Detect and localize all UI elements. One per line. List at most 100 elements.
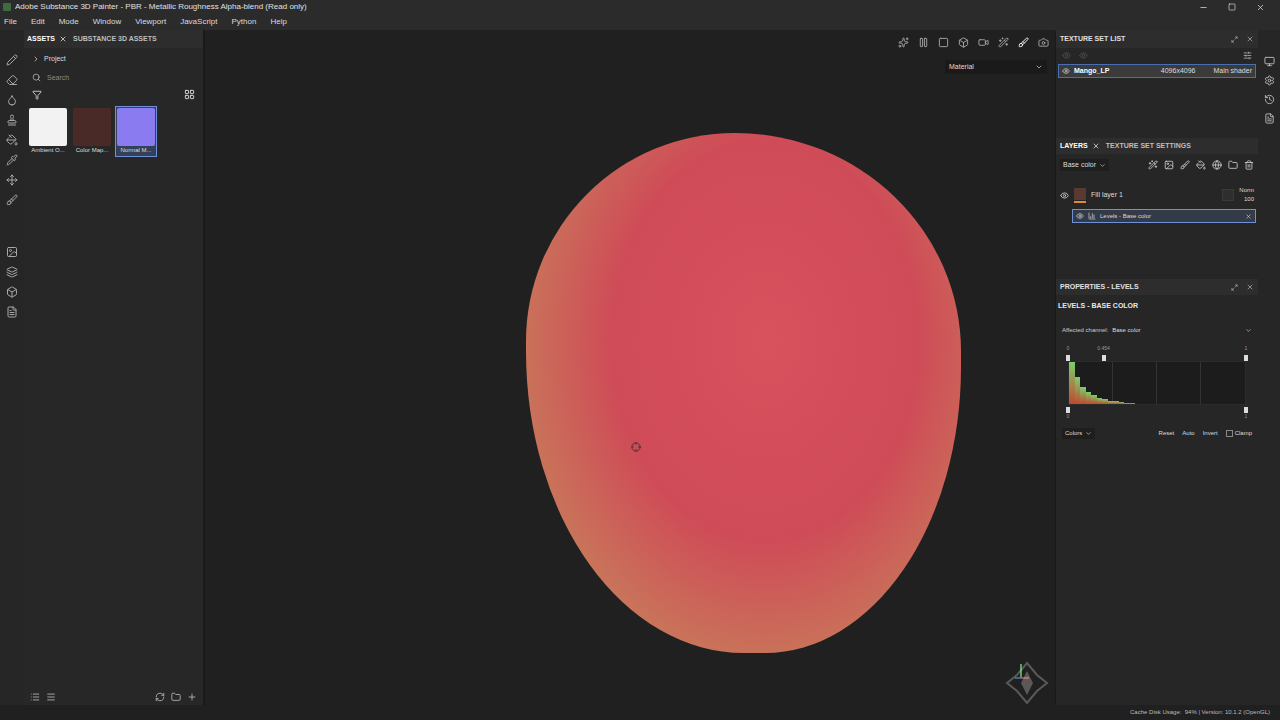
menu-item[interactable]: Edit: [31, 16, 45, 28]
panel-tab[interactable]: LAYERS: [1060, 141, 1100, 152]
levels-button[interactable]: Reset: [1159, 429, 1175, 438]
menu-item[interactable]: Help: [270, 16, 286, 28]
eye-icon[interactable]: [1060, 191, 1069, 200]
list-icon[interactable]: [30, 692, 40, 702]
layer-tool-icon[interactable]: [1196, 160, 1206, 170]
tool-icon[interactable]: [6, 114, 18, 126]
viewport-tool-icon[interactable]: [918, 37, 929, 48]
levels-icon: [1088, 212, 1096, 220]
maximize-icon[interactable]: [1228, 3, 1236, 11]
viewport-tool-icon[interactable]: [978, 37, 989, 48]
tool-icon[interactable]: [6, 74, 18, 86]
mode-dropdown[interactable]: Colors: [1062, 428, 1095, 439]
side-tool-icon[interactable]: [1264, 75, 1275, 86]
viewport-tool-icon[interactable]: [1038, 37, 1049, 48]
viewport-tool-icon[interactable]: [898, 37, 909, 48]
eye-icon[interactable]: [1076, 212, 1084, 220]
blend-mode[interactable]: Norm: [1239, 186, 1254, 195]
grid-view-icon[interactable]: [184, 89, 195, 100]
layer-tool-icon[interactable]: [1164, 160, 1174, 170]
menu-item[interactable]: Viewport: [135, 16, 166, 28]
undock-icon[interactable]: [1231, 284, 1238, 291]
mango-model[interactable]: [526, 133, 961, 653]
layer-tool-icon[interactable]: [1148, 160, 1158, 170]
layer-tool-icon[interactable]: [1244, 160, 1254, 170]
levels-button[interactable]: Invert: [1203, 429, 1218, 438]
side-tool-icon[interactable]: [1264, 94, 1275, 105]
layer-tool-icon[interactable]: [1228, 160, 1238, 170]
menu-item[interactable]: Python: [232, 16, 257, 28]
tool-icon[interactable]: [6, 194, 18, 206]
eye-icon[interactable]: [1062, 51, 1071, 60]
menu-item[interactable]: JavaScript: [180, 16, 217, 28]
channel-dropdown[interactable]: Base color: [1060, 159, 1109, 171]
effect-row[interactable]: Levels - Base color: [1072, 209, 1256, 223]
menu-item[interactable]: File: [4, 16, 17, 28]
viewport-tool-icon[interactable]: [938, 37, 949, 48]
eye-icon[interactable]: [1079, 51, 1088, 60]
folder-icon[interactable]: [171, 692, 181, 702]
filter-icon[interactable]: [32, 90, 42, 100]
output-marker-label: 1: [1245, 413, 1248, 421]
dropdown-icon: [1245, 327, 1252, 334]
tool-icon[interactable]: [6, 94, 18, 106]
output-marker[interactable]: [1244, 407, 1248, 413]
levels-button[interactable]: Auto: [1182, 429, 1194, 438]
layer-tool-icon[interactable]: [1180, 160, 1190, 170]
search-field[interactable]: Search: [24, 65, 203, 84]
side-tool-icon[interactable]: [1264, 56, 1275, 67]
menu-item[interactable]: Mode: [59, 16, 79, 28]
tool-icon[interactable]: [6, 134, 18, 146]
opacity-value[interactable]: 100: [1244, 195, 1254, 204]
tool-icon[interactable]: [6, 246, 18, 258]
panel-tab[interactable]: ASSETS: [27, 34, 67, 45]
viewport-tool-icon[interactable]: [958, 37, 969, 48]
side-tool-icon[interactable]: [1264, 113, 1275, 124]
panel-tab[interactable]: TEXTURE SET SETTINGS: [1106, 141, 1191, 152]
asset-item[interactable]: Color Map...: [71, 106, 113, 157]
refresh-icon[interactable]: [155, 692, 165, 702]
close-icon[interactable]: [1246, 283, 1254, 291]
asset-item[interactable]: Ambient O...: [27, 106, 69, 157]
close-icon[interactable]: [59, 35, 67, 43]
panel-header: TEXTURE SET LIST: [1056, 30, 1258, 48]
close-icon[interactable]: [1246, 35, 1254, 43]
tool-icon[interactable]: [6, 154, 18, 166]
tool-icon[interactable]: [6, 266, 18, 278]
tool-icon[interactable]: [6, 286, 18, 298]
viewport-tool-icon[interactable]: [1018, 37, 1029, 48]
eye-icon[interactable]: [1062, 67, 1070, 75]
menu-item[interactable]: Window: [93, 16, 121, 28]
undock-icon[interactable]: [1231, 36, 1238, 43]
close-icon[interactable]: [1092, 142, 1100, 150]
minimize-icon[interactable]: [1199, 3, 1208, 12]
tree-item[interactable]: Project: [24, 48, 203, 65]
clamp-checkbox[interactable]: Clamp: [1226, 429, 1252, 438]
settings-icon[interactable]: [1243, 51, 1252, 60]
panel-tab[interactable]: SUBSTANCE 3D ASSETS: [73, 34, 157, 45]
affected-channel-dropdown[interactable]: Base color: [1112, 326, 1252, 335]
expand-icon[interactable]: [32, 55, 40, 63]
remove-icon[interactable]: [1245, 213, 1252, 220]
layer-tool-icon[interactable]: [1212, 160, 1222, 170]
window-title: Adobe Substance 3D Painter - PBR - Metal…: [15, 1, 307, 13]
output-marker[interactable]: [1066, 407, 1070, 413]
histogram-bar: [1130, 403, 1136, 404]
tool-icon[interactable]: [6, 54, 18, 66]
title-bar: Adobe Substance 3D Painter - PBR - Metal…: [0, 0, 1280, 14]
asset-item[interactable]: Normal M...: [115, 106, 157, 157]
side-bar: [1258, 30, 1280, 705]
viewport-mode-dropdown[interactable]: Material: [945, 60, 1047, 74]
viewport[interactable]: Material: [205, 30, 1055, 705]
asset-thumbnail: [29, 108, 67, 146]
tool-icon[interactable]: [6, 174, 18, 186]
close-icon[interactable]: [1256, 3, 1265, 12]
right-panel: TEXTURE SET LIST Mango_LP4096x4096Main sh…: [1055, 30, 1258, 705]
texture-set-row[interactable]: Mango_LP4096x4096Main shader: [1058, 64, 1256, 78]
layer-row[interactable]: Fill layer 1Norm100: [1056, 184, 1258, 206]
tool-bar: [0, 30, 24, 705]
add-icon[interactable]: [187, 692, 197, 702]
menu-icon[interactable]: [46, 692, 56, 702]
viewport-tool-icon[interactable]: [998, 37, 1009, 48]
tool-icon[interactable]: [6, 306, 18, 318]
